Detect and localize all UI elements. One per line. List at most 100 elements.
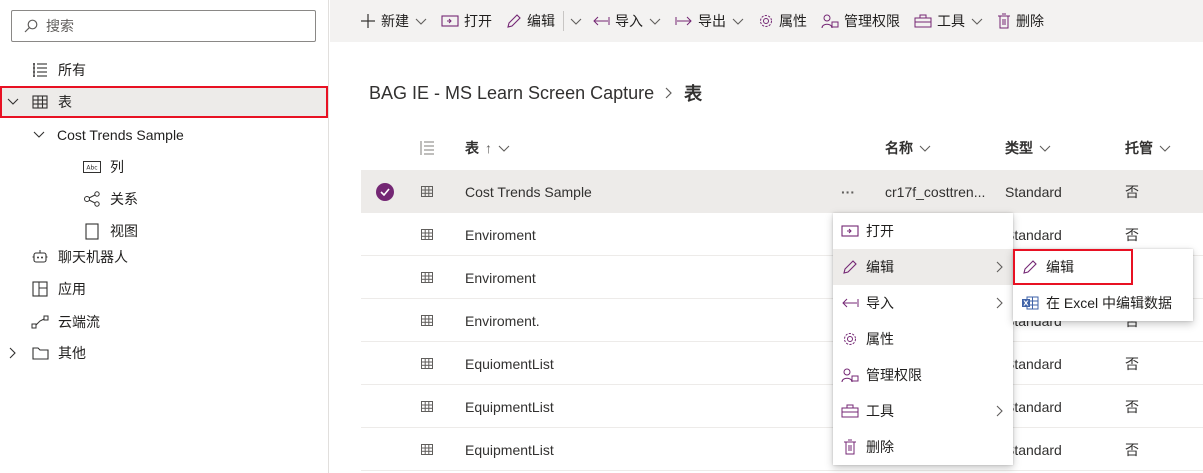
pencil-icon [841, 258, 859, 276]
permissions-icon [841, 366, 859, 384]
chevron-down-icon[interactable] [649, 15, 661, 27]
table-row[interactable]: Cost Trends Sample ··· cr17f_costtren...… [361, 170, 1203, 213]
search-input[interactable]: 搜索 [46, 16, 74, 36]
menu-item-tools[interactable]: 工具 [833, 393, 1013, 429]
submenu-item-edit[interactable]: 编辑 [1013, 249, 1133, 285]
edit-dropdown[interactable] [570, 0, 582, 42]
chevron-down-icon[interactable] [6, 95, 20, 109]
delete-button[interactable]: 删除 [997, 0, 1044, 42]
manage-permissions-button[interactable]: 管理权限 [821, 0, 900, 42]
search-box[interactable]: 搜索 [11, 10, 316, 42]
column-header-type[interactable]: 类型 [1005, 128, 1051, 168]
sidebar-item-label: 应用 [58, 281, 86, 297]
cell-display-name[interactable]: Enviroment [465, 256, 536, 299]
cell-managed: 否 [1125, 398, 1139, 415]
chevron-down-icon [498, 142, 510, 154]
row-more-button[interactable]: ··· [841, 170, 855, 213]
menu-item-delete[interactable]: 删除 [833, 429, 1013, 465]
chevron-down-icon[interactable] [415, 15, 427, 27]
sidebar-item-other[interactable]: 其他 [31, 338, 86, 368]
cell-type: Standard [1005, 183, 1062, 200]
table-row[interactable]: EquiomentList Standard 否 [361, 342, 1203, 385]
table-header: 表 ↑ 名称 类型 托管 [361, 128, 1203, 168]
flow-icon [31, 313, 49, 331]
sidebar-item-all[interactable]: 所有 [31, 55, 86, 85]
edit-button[interactable]: 编辑 [506, 0, 555, 42]
chevron-right-icon [995, 404, 1005, 418]
menu-item-label: 管理权限 [866, 367, 922, 383]
tools-button[interactable]: 工具 [914, 0, 983, 42]
menu-item-import[interactable]: 导入 [833, 285, 1013, 321]
sidebar-item-columns[interactable]: Abc 列 [83, 152, 124, 182]
context-menu: 打开 编辑 导入 属性 管理权限 工具 删除 [833, 213, 1013, 465]
chevron-down-icon [919, 142, 931, 154]
permissions-icon [821, 13, 839, 29]
toolbox-icon [914, 14, 932, 28]
sidebar: 搜索 所有 表 Cost Trends Sample Abc 列 关系 视图 聊… [0, 0, 329, 473]
sidebar-item-cost-trends[interactable]: Cost Trends Sample [57, 120, 184, 150]
menu-item-label: 工具 [866, 403, 894, 419]
chevron-down-icon[interactable] [570, 15, 582, 27]
breadcrumb-parent[interactable]: BAG IE - MS Learn Screen Capture [369, 83, 654, 104]
column-header-name[interactable]: 名称 [885, 128, 931, 168]
menu-item-open[interactable]: 打开 [833, 213, 1013, 249]
breadcrumb-current: 表 [684, 84, 703, 104]
export-button[interactable]: 导出 [675, 0, 744, 42]
sidebar-item-label: 关系 [110, 191, 138, 207]
column-header-table[interactable]: 表 ↑ [465, 128, 510, 168]
sidebar-item-tables[interactable]: 表 [31, 87, 72, 117]
column-header-label: 托管 [1125, 140, 1153, 156]
row-checkbox[interactable] [376, 170, 394, 213]
gear-icon [841, 330, 859, 348]
search-icon [24, 19, 38, 33]
open-button[interactable]: 打开 [441, 0, 492, 42]
cell-display-name[interactable]: Enviroment. [465, 299, 540, 342]
chevron-right-icon [995, 296, 1005, 310]
cell-type: Standard [1005, 398, 1062, 415]
column-header-managed[interactable]: 托管 [1125, 128, 1171, 168]
sidebar-item-chatbots[interactable]: 聊天机器人 [31, 242, 128, 272]
table-row[interactable]: EquipmentList Standard 否 [361, 428, 1203, 471]
chevron-down-icon[interactable] [732, 15, 744, 27]
sidebar-item-relationships[interactable]: 关系 [83, 184, 138, 214]
bot-icon [31, 248, 49, 266]
menu-item-edit[interactable]: 编辑 [833, 249, 1013, 285]
import-button[interactable]: 导入 [592, 0, 661, 42]
cell-display-name[interactable]: Cost Trends Sample [465, 170, 592, 213]
cell-display-name[interactable]: EquipmentList [465, 428, 554, 471]
sidebar-item-apps[interactable]: 应用 [31, 274, 86, 304]
gear-icon [758, 13, 774, 29]
delete-label: 删除 [1016, 13, 1044, 29]
cell-display-name[interactable]: EquipmentList [465, 385, 554, 428]
chevron-down-icon[interactable] [971, 15, 983, 27]
cell-display-name[interactable]: Enviroment [465, 213, 536, 256]
sidebar-item-label: 视图 [110, 223, 138, 239]
chevron-right-icon [664, 86, 674, 100]
submenu-item-edit-in-excel[interactable]: X 在 Excel 中编辑数据 [1013, 285, 1193, 321]
table-icon [421, 256, 433, 299]
table-icon [421, 342, 433, 385]
new-label: 新建 [381, 13, 409, 29]
menu-item-label: 删除 [866, 439, 894, 455]
cell-managed: 否 [1125, 183, 1139, 200]
menu-item-properties[interactable]: 属性 [833, 321, 1013, 357]
chevron-down-icon[interactable] [32, 128, 46, 142]
cell-display-name[interactable]: EquiomentList [465, 342, 554, 385]
table-row[interactable]: EquipmentList Standard 否 [361, 385, 1203, 428]
view-icon [83, 222, 101, 240]
menu-item-manage-permissions[interactable]: 管理权限 [833, 357, 1013, 393]
chevron-down-icon [1039, 142, 1051, 154]
folder-icon [31, 344, 49, 362]
select-all-icon[interactable] [419, 128, 435, 168]
chevron-right-icon[interactable] [6, 346, 20, 360]
sidebar-item-cloud-flows[interactable]: 云端流 [31, 307, 100, 337]
properties-button[interactable]: 属性 [758, 0, 807, 42]
app-icon [31, 280, 49, 298]
edit-submenu: 编辑 X 在 Excel 中编辑数据 [1013, 249, 1193, 321]
table-icon [421, 385, 433, 428]
trash-icon [997, 13, 1011, 29]
check-icon [376, 182, 394, 201]
plus-icon [360, 13, 376, 29]
new-button[interactable]: 新建 [360, 0, 427, 42]
tools-label: 工具 [937, 13, 965, 29]
